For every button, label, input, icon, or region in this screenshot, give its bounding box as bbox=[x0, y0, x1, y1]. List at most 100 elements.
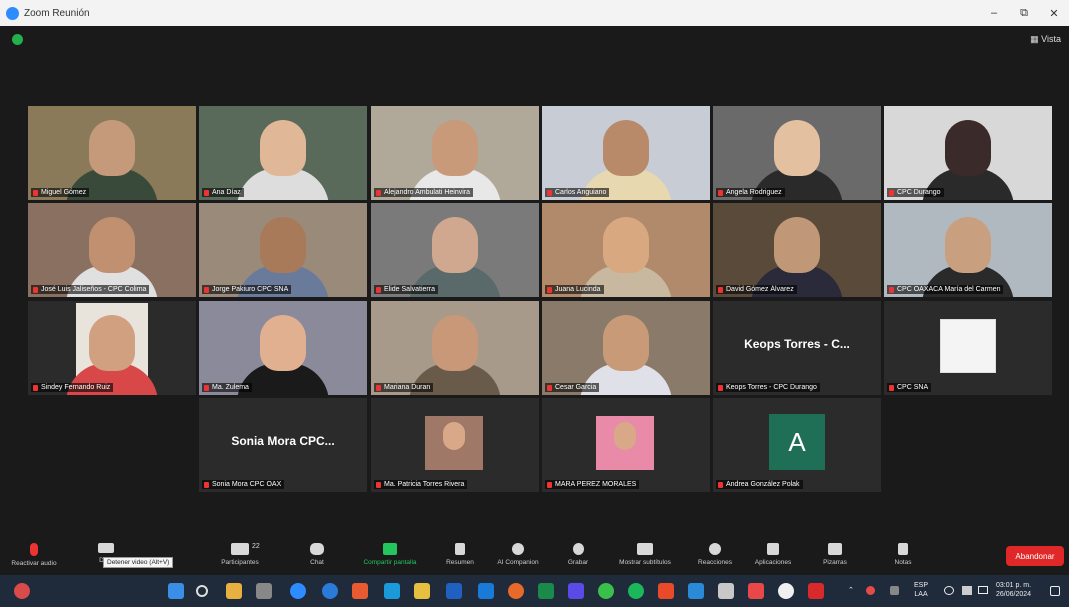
summary-button[interactable]: Resumen bbox=[440, 538, 480, 575]
participant-name-label: Cesar Garcia bbox=[545, 383, 600, 392]
participant-face bbox=[945, 120, 991, 176]
participant-tile[interactable]: A Andrea González Polak bbox=[713, 398, 881, 492]
participant-tile[interactable]: Ana Díaz bbox=[199, 106, 367, 200]
view-button[interactable]: ▦ Vista bbox=[1030, 34, 1061, 45]
captions-button[interactable]: Mostrar subtítulos bbox=[610, 538, 680, 575]
participant-tile[interactable]: David Gómez Álvarez bbox=[713, 203, 881, 297]
notifications-icon[interactable] bbox=[1050, 586, 1060, 596]
participant-tile[interactable]: José Luis Jaliseños - CPC Colima bbox=[28, 203, 196, 297]
participant-tile[interactable]: Keops Torres - C... Keops Torres - CPC Du… bbox=[713, 301, 881, 395]
outlook-icon[interactable] bbox=[478, 583, 494, 599]
participant-tile[interactable]: Alejandro Ambulati Heinvira bbox=[371, 106, 539, 200]
captions-icon bbox=[637, 543, 653, 555]
ai-companion-button[interactable]: AI Companion bbox=[490, 538, 546, 575]
participant-face bbox=[260, 120, 306, 176]
participant-tile[interactable]: Mariana Duran bbox=[371, 301, 539, 395]
participant-name-label: CPC SNA bbox=[887, 383, 932, 392]
participant-tile[interactable]: Cesar Garcia bbox=[542, 301, 710, 395]
battery-icon[interactable] bbox=[978, 586, 988, 594]
zoom-logo-icon bbox=[6, 6, 19, 20]
excel-icon[interactable] bbox=[538, 583, 554, 599]
participant-name-label: CPC Durango bbox=[887, 188, 944, 197]
apps-button[interactable]: Aplicaciones bbox=[748, 538, 798, 575]
participant-tile[interactable]: CPC Durango bbox=[884, 106, 1052, 200]
participant-name-label: Ma. Patricia Torres Rivera bbox=[374, 480, 468, 489]
camera-icon bbox=[98, 543, 114, 553]
participant-name-label: Mariana Duran bbox=[374, 383, 434, 392]
participant-tile[interactable]: Ma. Patricia Torres Rivera bbox=[371, 398, 539, 492]
participant-tile[interactable]: Juana Lucinda bbox=[542, 203, 710, 297]
acrobat-icon[interactable] bbox=[808, 583, 824, 599]
participant-tile[interactable]: Sonia Mora CPC... Sonia Mora CPC OAX bbox=[199, 398, 367, 492]
volume-icon[interactable] bbox=[962, 586, 972, 595]
spotify-icon[interactable] bbox=[628, 583, 644, 599]
tray-app-icon[interactable] bbox=[866, 586, 875, 595]
participant-face bbox=[432, 217, 478, 273]
chat-button[interactable]: Chat bbox=[300, 538, 334, 575]
search-icon[interactable] bbox=[196, 585, 208, 597]
participant-face bbox=[89, 120, 135, 176]
participant-face bbox=[945, 217, 991, 273]
participant-name-label: Sonia Mora CPC OAX bbox=[202, 480, 285, 489]
firefox-icon[interactable] bbox=[508, 583, 524, 599]
app-icon-8[interactable] bbox=[718, 583, 734, 599]
record-button[interactable]: Grabar bbox=[560, 538, 596, 575]
clock[interactable]: 03:01 p. m. 26/06/2024 bbox=[996, 581, 1031, 599]
whiteboards-button[interactable]: Pizarras bbox=[815, 538, 855, 575]
app-icon-1[interactable] bbox=[226, 583, 242, 599]
participant-tile[interactable]: Sindey Fernando Ruiz bbox=[28, 301, 196, 395]
participant-tile[interactable]: MARA PEREZ MORALES bbox=[542, 398, 710, 492]
notes-icon bbox=[898, 543, 908, 555]
profile-logo bbox=[940, 319, 996, 373]
app-icon-3[interactable] bbox=[352, 583, 368, 599]
reactions-button[interactable]: Reacciones bbox=[690, 538, 740, 575]
participant-tile[interactable]: Carlos Anguiano bbox=[542, 106, 710, 200]
participant-tile[interactable]: Angela Rodriguez bbox=[713, 106, 881, 200]
language-indicator[interactable]: ESP LAA bbox=[914, 581, 928, 599]
leave-button[interactable]: Abandonar bbox=[1006, 546, 1064, 566]
minimize-button[interactable]: – bbox=[979, 0, 1009, 26]
app-icon-10[interactable] bbox=[778, 583, 794, 599]
app-icon-5[interactable] bbox=[446, 583, 462, 599]
teams-icon[interactable] bbox=[568, 583, 584, 599]
participant-tile[interactable]: Ma. Zulema bbox=[199, 301, 367, 395]
profile-face bbox=[443, 422, 465, 450]
wifi-icon[interactable] bbox=[944, 586, 954, 595]
app-icon-4[interactable] bbox=[384, 583, 400, 599]
participant-name-label: Juana Lucinda bbox=[545, 285, 604, 294]
title-bar: Zoom Reunión – ⧉ ✕ bbox=[0, 0, 1069, 26]
start-icon[interactable] bbox=[168, 583, 184, 599]
participant-face bbox=[603, 315, 649, 371]
participant-name-label: Ana Díaz bbox=[202, 188, 244, 197]
close-button[interactable]: ✕ bbox=[1039, 0, 1069, 26]
participant-name-label: Jorge Pakiuro CPC SNA bbox=[202, 285, 292, 294]
participants-button[interactable]: Participantes bbox=[210, 538, 270, 575]
participant-name-label: Carlos Anguiano bbox=[545, 188, 610, 197]
share-screen-icon bbox=[383, 543, 397, 555]
app-icon-2[interactable] bbox=[256, 583, 272, 599]
participant-tile[interactable]: Elide Salvatierra bbox=[371, 203, 539, 297]
maximize-button[interactable]: ⧉ bbox=[1009, 0, 1039, 26]
notes-button[interactable]: Notas bbox=[885, 538, 921, 575]
file-explorer-icon[interactable] bbox=[414, 583, 430, 599]
chrome-icon[interactable] bbox=[598, 583, 614, 599]
participant-tile[interactable]: Miguel Gómez bbox=[28, 106, 196, 200]
audio-button[interactable]: Reactivar audio bbox=[8, 538, 60, 575]
participant-tile[interactable]: CPC OAXACA María del Carmen bbox=[884, 203, 1052, 297]
edge-icon[interactable] bbox=[322, 583, 338, 599]
record-icon bbox=[572, 543, 584, 555]
participant-tile[interactable]: CPC SNA bbox=[884, 301, 1052, 395]
weather-icon[interactable] bbox=[14, 583, 30, 599]
app-icon-7[interactable] bbox=[688, 583, 704, 599]
zoom-taskbar-icon[interactable] bbox=[290, 583, 306, 599]
tray-arrow-icon[interactable]: ⌃ bbox=[848, 586, 854, 595]
tray-app-icon-2[interactable] bbox=[890, 586, 899, 595]
participants-icon bbox=[231, 543, 249, 555]
app-icon-6[interactable] bbox=[658, 583, 674, 599]
participant-face bbox=[603, 120, 649, 176]
app-icon-9[interactable] bbox=[748, 583, 764, 599]
security-shield-icon[interactable] bbox=[12, 34, 23, 45]
participant-face bbox=[432, 315, 478, 371]
participant-tile[interactable]: Jorge Pakiuro CPC SNA bbox=[199, 203, 367, 297]
share-screen-button[interactable]: Compartir pantalla bbox=[350, 538, 430, 575]
